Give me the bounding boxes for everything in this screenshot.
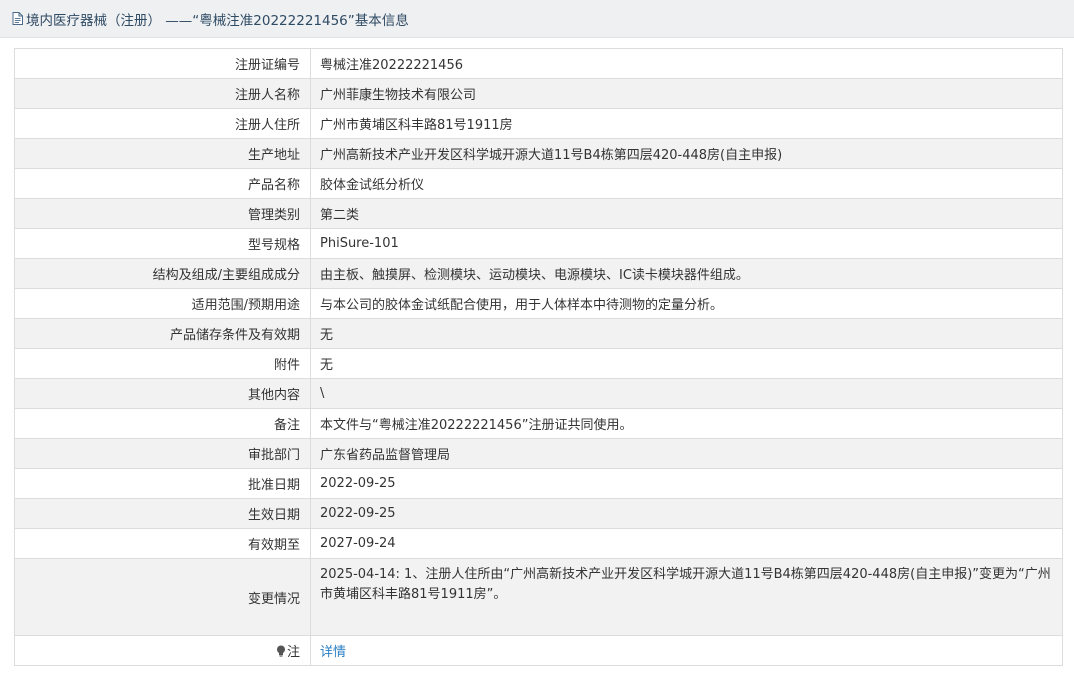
field-value: 第二类 xyxy=(310,198,1063,229)
table-row: 审批部门 广东省药品监督管理局 xyxy=(14,438,1063,469)
field-label: 附件 xyxy=(14,348,311,379)
field-value: 广东省药品监督管理局 xyxy=(310,438,1063,469)
field-label: 型号规格 xyxy=(14,228,311,259)
field-label: 生产地址 xyxy=(14,138,311,169)
field-value: 与本公司的胶体金试纸配合使用，用于人体样本中待测物的定量分析。 xyxy=(310,288,1063,319)
page-title: 境内医疗器械（注册） ——“粤械注准20222221456”基本信息 xyxy=(26,12,409,29)
note-row: 注 详情 xyxy=(14,635,1063,666)
note-label-text: 注 xyxy=(286,645,300,660)
field-label: 有效期至 xyxy=(14,528,311,559)
table-row: 附件无 xyxy=(14,348,1063,379)
field-label: 适用范围/预期用途 xyxy=(14,288,311,319)
field-label: 注册人住所 xyxy=(14,108,311,139)
field-label: 备注 xyxy=(14,408,311,439)
field-value: PhiSure-101 xyxy=(310,228,1063,259)
table-row: 适用范围/预期用途 与本公司的胶体金试纸配合使用，用于人体样本中待测物的定量分析。 xyxy=(14,288,1063,319)
table-row: 产品名称 胶体金试纸分析仪 xyxy=(14,168,1063,199)
page-header: 境内医疗器械（注册） ——“粤械注准20222221456”基本信息 xyxy=(0,0,1074,38)
table-row: 结构及组成/主要组成成分 由主板、触摸屏、检测模块、运动模块、电源模块、IC读卡模… xyxy=(14,258,1063,289)
field-value: 粤械注准20222221456 xyxy=(310,48,1063,79)
field-value: 广州菲康生物技术有限公司 xyxy=(310,78,1063,109)
field-value: 广州高新技术产业开发区科学城开源大道11号B4栋第四层420-448房(自主申报… xyxy=(310,138,1063,169)
field-label: 管理类别 xyxy=(14,198,311,229)
field-value: 2027-09-24 xyxy=(310,528,1063,559)
field-label: 其他内容 xyxy=(14,378,311,409)
table-row: 注册证编号 粤械注准20222221456 xyxy=(14,48,1063,79)
note-label: 注 xyxy=(14,635,311,666)
field-label: 结构及组成/主要组成成分 xyxy=(14,258,311,289)
field-label: 注册证编号 xyxy=(14,48,311,79)
field-label: 变更情况 xyxy=(14,558,311,636)
table-row: 管理类别 第二类 xyxy=(14,198,1063,229)
table-row: 注册人名称 广州菲康生物技术有限公司 xyxy=(14,78,1063,109)
table-row: 其他内容 \ xyxy=(14,378,1063,409)
table-row: 注册人住所 广州市黄埔区科丰路81号1911房 xyxy=(14,108,1063,139)
field-label: 产品储存条件及有效期 xyxy=(14,318,311,349)
field-value: 2022-09-25 xyxy=(310,498,1063,529)
table-row: 有效期至 2027-09-24 xyxy=(14,528,1063,559)
field-label: 批准日期 xyxy=(14,468,311,499)
field-value: 胶体金试纸分析仪 xyxy=(310,168,1063,199)
note-value: 详情 xyxy=(310,635,1063,666)
field-label: 注册人名称 xyxy=(14,78,311,109)
field-label: 产品名称 xyxy=(14,168,311,199)
table-row: 生产地址 广州高新技术产业开发区科学城开源大道11号B4栋第四层420-448房(… xyxy=(14,138,1063,169)
table-row: 型号规格 PhiSure-101 xyxy=(14,228,1063,259)
details-link[interactable]: 详情 xyxy=(320,645,346,660)
field-value: 2025-04-14: 1、注册人住所由“广州高新技术产业开发区科学城开源大道1… xyxy=(310,558,1063,636)
field-value: 由主板、触摸屏、检测模块、运动模块、电源模块、IC读卡模块器件组成。 xyxy=(310,258,1063,289)
table-row: 生效日期 2022-09-25 xyxy=(14,498,1063,529)
field-value: 本文件与“粤械注准20222221456”注册证共同使用。 xyxy=(310,408,1063,439)
info-table: 注册证编号 粤械注准20222221456 注册人名称 广州菲康生物技术有限公司 注册人… xyxy=(14,48,1063,666)
field-value: \ xyxy=(310,378,1063,409)
field-label: 生效日期 xyxy=(14,498,311,529)
field-value: 广州市黄埔区科丰路81号1911房 xyxy=(310,108,1063,139)
lightbulb-icon xyxy=(276,645,286,657)
field-label: 审批部门 xyxy=(14,438,311,469)
field-value: 2022-09-25 xyxy=(310,468,1063,499)
table-row: 备注 本文件与“粤械注准20222221456”注册证共同使用。 xyxy=(14,408,1063,439)
field-value: 无 xyxy=(310,348,1063,379)
table-row: 批准日期 2022-09-25 xyxy=(14,468,1063,499)
table-row: 变更情况 2025-04-14: 1、注册人住所由“广州高新技术产业开发区科学城开… xyxy=(14,558,1063,636)
table-row: 产品储存条件及有效期无 xyxy=(14,318,1063,349)
document-icon xyxy=(12,12,23,25)
field-value: 无 xyxy=(310,318,1063,349)
